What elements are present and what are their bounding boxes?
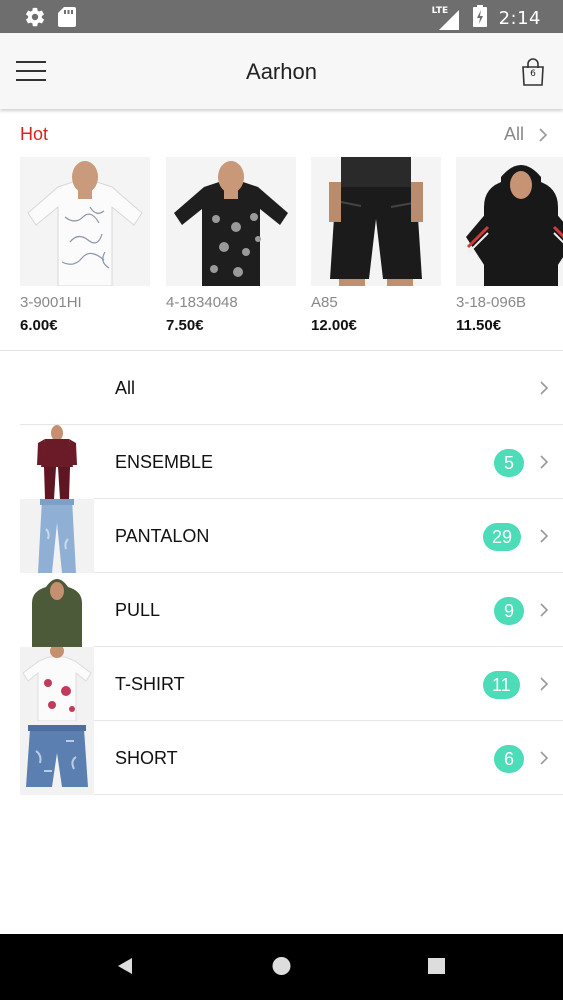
category-thumbnail: [20, 573, 94, 647]
product-image[interactable]: [311, 157, 441, 286]
home-icon[interactable]: [272, 956, 291, 981]
signal-icon: LTE: [431, 5, 461, 30]
category-thumbnail: [20, 499, 94, 573]
product-card[interactable]: 4-1834048 7.50€: [166, 157, 296, 334]
product-price: 7.50€: [166, 317, 204, 334]
category-label: PULL: [115, 600, 161, 620]
battery-charging-icon: [472, 5, 487, 32]
product-image[interactable]: [166, 157, 296, 286]
category-count-badge: 11: [483, 671, 520, 699]
product-image[interactable]: [20, 157, 150, 286]
category-item-ensemble[interactable]: ENSEMBLE 5: [20, 425, 563, 499]
recents-icon[interactable]: [428, 956, 445, 981]
chevron-right-icon: [539, 601, 549, 619]
chevron-right-icon: [539, 749, 549, 767]
category-thumbnail: [20, 425, 94, 499]
sd-card-icon: [58, 7, 76, 32]
chevron-right-icon: [539, 675, 549, 693]
category-item-pantalon[interactable]: PANTALON 29: [20, 499, 563, 573]
status-bar: LTE 2:14: [0, 0, 563, 33]
category-count-badge: 6: [494, 745, 524, 773]
category-label: PANTALON: [115, 526, 210, 546]
category-thumbnail: [20, 721, 94, 795]
category-label: ENSEMBLE: [115, 452, 214, 472]
hot-all-link[interactable]: All: [504, 124, 524, 145]
product-code: 3-18-096B: [456, 294, 527, 311]
page-title: Aarhon: [246, 59, 317, 84]
chevron-right-icon: [539, 527, 549, 545]
product-image[interactable]: [456, 157, 563, 286]
chevron-right-icon: [539, 453, 549, 471]
category-thumbnail: [20, 647, 94, 721]
status-time: 2:14: [498, 8, 541, 29]
cart-count-badge: 6: [530, 69, 536, 79]
category-item-pull[interactable]: PULL 9: [20, 573, 563, 647]
product-price: 11.50€: [456, 317, 502, 334]
app-bar: Aarhon 6: [0, 33, 563, 109]
product-card[interactable]: 3-9001HI 6.00€: [20, 157, 150, 334]
category-item-all[interactable]: All: [20, 351, 563, 425]
product-code: 3-9001HI: [20, 294, 82, 311]
product-price: 6.00€: [20, 317, 58, 334]
category-count-badge: 29: [483, 523, 522, 551]
product-price: 12.00€: [311, 317, 357, 334]
category-item-t-shirt[interactable]: T-SHIRT 11: [20, 647, 563, 721]
product-code: 4-1834048: [166, 294, 238, 311]
hot-title: Hot: [20, 124, 49, 144]
hot-products-carousel[interactable]: 3-9001HI 6.00€ 4-1834048 7.50€ A85 12.00…: [20, 157, 563, 337]
category-label: SHORT: [115, 748, 178, 768]
settings-icon: [24, 6, 46, 33]
category-item-short[interactable]: SHORT 6: [20, 721, 563, 795]
back-icon[interactable]: [116, 956, 134, 981]
network-type: LTE: [431, 5, 449, 16]
product-card[interactable]: A85 12.00€: [311, 157, 441, 334]
category-list: All ENSEMBLE 5 PANTALON 29 PULL 9 T-SHIR…: [20, 351, 563, 795]
product-card[interactable]: 3-18-096B 11.50€: [456, 157, 563, 334]
chevron-right-icon: [539, 379, 549, 397]
hot-section-header: Hot All: [20, 124, 550, 146]
category-label: T-SHIRT: [115, 674, 185, 694]
chevron-right-icon[interactable]: [538, 126, 548, 144]
shopping-bag-icon[interactable]: 6: [520, 58, 546, 86]
category-label: All: [115, 378, 136, 398]
category-count-badge: 5: [494, 449, 524, 477]
system-nav-bar: [0, 934, 563, 1000]
category-count-badge: 9: [494, 597, 524, 625]
product-code: A85: [311, 294, 338, 311]
